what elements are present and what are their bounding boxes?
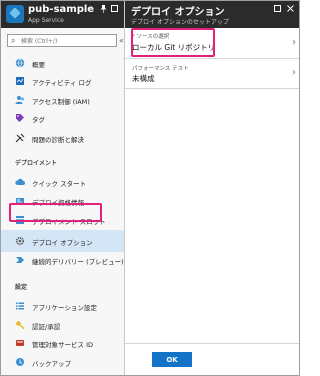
section-header-settings: 設定: [15, 284, 28, 291]
resource-subtitle: App Service: [28, 17, 64, 24]
blade-subtitle: デプロイ オプションのセットアップ: [131, 19, 229, 26]
pin-icon[interactable]: [100, 5, 107, 15]
globe-icon: [15, 58, 25, 68]
highlight-source: [131, 28, 215, 57]
menu-item-backup[interactable]: バックアップ: [1, 351, 124, 373]
menu-item-label: 管理対象サービス ID: [32, 341, 93, 349]
gear-icon: [15, 236, 25, 246]
highlight-deployment-options: [9, 203, 102, 222]
menu-item-label: 認証/承認: [32, 323, 61, 331]
menu-item-label: アプリケーション設定: [32, 304, 97, 312]
menu-item-label: 継続的デリバリー (プレビュー): [32, 258, 124, 266]
menu-item-label: 概要: [32, 61, 45, 69]
chevron-right-icon: ›: [292, 67, 296, 78]
menu-item-diagnose[interactable]: 問題の診断と解決: [1, 127, 124, 149]
key-icon: [16, 321, 25, 330]
resource-title: pub-sample: [28, 4, 95, 15]
footer-divider: [125, 343, 299, 344]
resource-header: pub-sample App Service: [1, 1, 124, 28]
menu-item-label: タグ: [32, 116, 45, 124]
menu-item-label: アクセス制御 (IAM): [32, 98, 90, 106]
blade-title: デプロイ オプション: [131, 7, 225, 18]
resource-menu-blade: pub-sample App Service ⌕ « 概要 アクティビティ ログ…: [1, 1, 125, 375]
chevron-right-icon: ›: [292, 37, 296, 48]
cloud-icon: [15, 178, 25, 185]
performance-test-label: パフォーマンス テスト: [132, 66, 189, 72]
search-input[interactable]: [21, 36, 113, 46]
app-service-icon: [6, 5, 24, 23]
tag-icon: [16, 114, 24, 122]
deployment-options-blade: デプロイ オプション デプロイ オプションのセットアップ * ソースの選択 ロー…: [125, 1, 299, 375]
collapse-icon[interactable]: «: [119, 36, 124, 45]
blade-header: デプロイ オプション デプロイ オプションのセットアップ: [125, 1, 299, 28]
performance-test-value: 未構成: [132, 74, 155, 83]
menu-item-label: デプロイ オプション: [32, 239, 93, 247]
menu-item-tags[interactable]: タグ: [1, 107, 124, 129]
delivery-icon: [16, 257, 24, 263]
search-box[interactable]: ⌕: [7, 34, 117, 47]
maximize-icon[interactable]: [274, 5, 281, 14]
menu-item-label: クイック スタート: [32, 180, 87, 188]
search-icon: ⌕: [11, 36, 16, 45]
menu-item-label: バックアップ: [32, 360, 71, 368]
activity-log-icon: [16, 77, 24, 85]
wrench-icon: [15, 133, 25, 143]
menu-item-label: アクティビティ ログ: [32, 79, 92, 87]
managed-id-icon: [16, 340, 24, 346]
maximize-icon[interactable]: [111, 5, 118, 14]
backup-icon: [16, 358, 24, 366]
menu-item-label: 問題の診断と解決: [32, 136, 84, 144]
access-control-icon: [15, 96, 24, 104]
menu-item-continuous-delivery[interactable]: 継続的デリバリー (プレビュー): [1, 249, 124, 271]
ok-button[interactable]: OK: [152, 352, 192, 367]
section-header-deployment: デプロイメント: [15, 160, 58, 167]
close-icon[interactable]: [287, 5, 294, 14]
list-icon: [16, 302, 24, 310]
performance-test-setting[interactable]: パフォーマンス テスト 未構成 ›: [125, 60, 299, 89]
